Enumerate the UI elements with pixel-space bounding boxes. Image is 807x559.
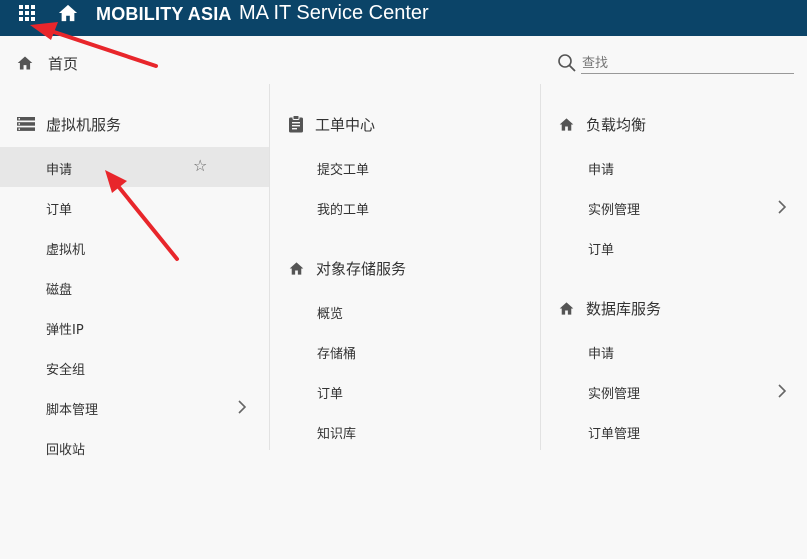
home-icon	[17, 56, 33, 70]
menu-item-disk[interactable]: 磁盘	[0, 267, 269, 307]
section-header-database-service: 数据库服务	[558, 296, 661, 320]
menu-item-label: 申请	[588, 347, 615, 362]
section-title: 对象存储服务	[316, 259, 407, 278]
menu-item-recycle-bin[interactable]: 回收站	[0, 427, 269, 467]
menu-item-instance-management[interactable]: 实例管理	[542, 371, 807, 411]
menu-item-knowledge-base[interactable]: 知识库	[271, 411, 540, 451]
chevron-right-icon	[778, 200, 787, 214]
menu-item-label: 申请	[46, 163, 73, 178]
menu-item-bucket[interactable]: 存储桶	[271, 331, 540, 371]
section-title: 负载均衡	[586, 115, 647, 134]
menu-item-label: 脚本管理	[46, 403, 99, 418]
menu-item-label: 订单	[46, 203, 73, 218]
menu-item-my-tickets[interactable]: 我的工单	[271, 187, 540, 227]
home-link[interactable]: 首页	[16, 52, 78, 74]
home-icon[interactable]	[57, 3, 79, 23]
brand-logo-text: MOBILITY ASIA	[96, 4, 232, 24]
menu-item-apply[interactable]: 申请 ☆	[0, 147, 269, 187]
menu-item-orders[interactable]: 订单	[271, 371, 540, 411]
menu-item-order-management[interactable]: 订单管理	[542, 411, 807, 451]
menu-item-instance-management[interactable]: 实例管理	[542, 187, 807, 227]
home-icon	[559, 301, 574, 315]
menu-item-security-group[interactable]: 安全组	[0, 347, 269, 387]
menu-item-submit-ticket[interactable]: 提交工单	[271, 147, 540, 187]
chevron-right-icon	[238, 400, 247, 414]
menu-item-label: 弹性IP	[46, 323, 84, 338]
menu-item-elastic-ip[interactable]: 弹性IP	[0, 307, 269, 347]
section-title: 虚拟机服务	[46, 115, 122, 134]
menu-item-script-management[interactable]: 脚本管理	[0, 387, 269, 427]
section-header-object-storage: 对象存储服务	[288, 256, 406, 280]
menu-item-apply[interactable]: 申请	[542, 147, 807, 187]
menu-item-label: 磁盘	[46, 283, 73, 298]
menu-item-label: 订单	[588, 243, 615, 258]
menu-item-label: 实例管理	[588, 387, 641, 402]
section-title: 数据库服务	[586, 299, 662, 318]
menu-item-label: 申请	[588, 163, 615, 178]
menu-item-label: 知识库	[317, 427, 357, 442]
menu-item-label: 订单管理	[588, 427, 641, 442]
menu-item-apply[interactable]: 申请	[542, 331, 807, 371]
menu-column-1: 虚拟机服务 申请 ☆ 订单 虚拟机 磁盘 弹性IP 安全组 脚本管理 回收站	[0, 84, 270, 458]
search-input[interactable]	[581, 52, 794, 74]
menu-item-label: 存储桶	[317, 347, 357, 362]
section-title: 工单中心	[315, 115, 376, 134]
home-label: 首页	[48, 54, 79, 73]
section-header-vm-service: 虚拟机服务	[17, 112, 121, 136]
home-icon	[289, 261, 304, 275]
home-icon	[559, 117, 574, 131]
apps-grid-icon[interactable]	[18, 3, 38, 23]
menu-item-label: 我的工单	[317, 203, 370, 218]
chevron-right-icon	[778, 384, 787, 398]
menu-item-orders[interactable]: 订单	[542, 227, 807, 267]
server-icon	[17, 117, 35, 131]
menu-item-vm[interactable]: 虚拟机	[0, 227, 269, 267]
search-icon[interactable]	[557, 53, 577, 73]
star-favorite-icon[interactable]: ☆	[193, 158, 207, 174]
section-header-ticket-center: 工单中心	[288, 112, 375, 136]
menu-item-label: 实例管理	[588, 203, 641, 218]
menu-item-label: 订单	[317, 387, 344, 402]
menu-item-label: 虚拟机	[46, 243, 86, 258]
clipboard-icon	[289, 115, 303, 133]
app-title: MA IT Service Center	[239, 2, 429, 24]
menu-item-label: 安全组	[46, 363, 86, 378]
menu-column-3: 负载均衡 申请 实例管理 订单 数据库服务 申请 实例管理 订单管理	[542, 84, 807, 450]
top-bar: MOBILITY ASIA MA IT Service Center	[0, 0, 807, 36]
search-box	[557, 52, 794, 74]
menu-item-label: 概览	[317, 307, 344, 322]
menu-item-label: 回收站	[46, 443, 86, 458]
menu-column-2: 工单中心 提交工单 我的工单 对象存储服务 概览 存储桶 订单 知识库	[271, 84, 541, 450]
section-header-load-balancer: 负载均衡	[558, 112, 646, 136]
menu-item-overview[interactable]: 概览	[271, 291, 540, 331]
menu-item-orders[interactable]: 订单	[0, 187, 269, 227]
menu-item-label: 提交工单	[317, 163, 370, 178]
